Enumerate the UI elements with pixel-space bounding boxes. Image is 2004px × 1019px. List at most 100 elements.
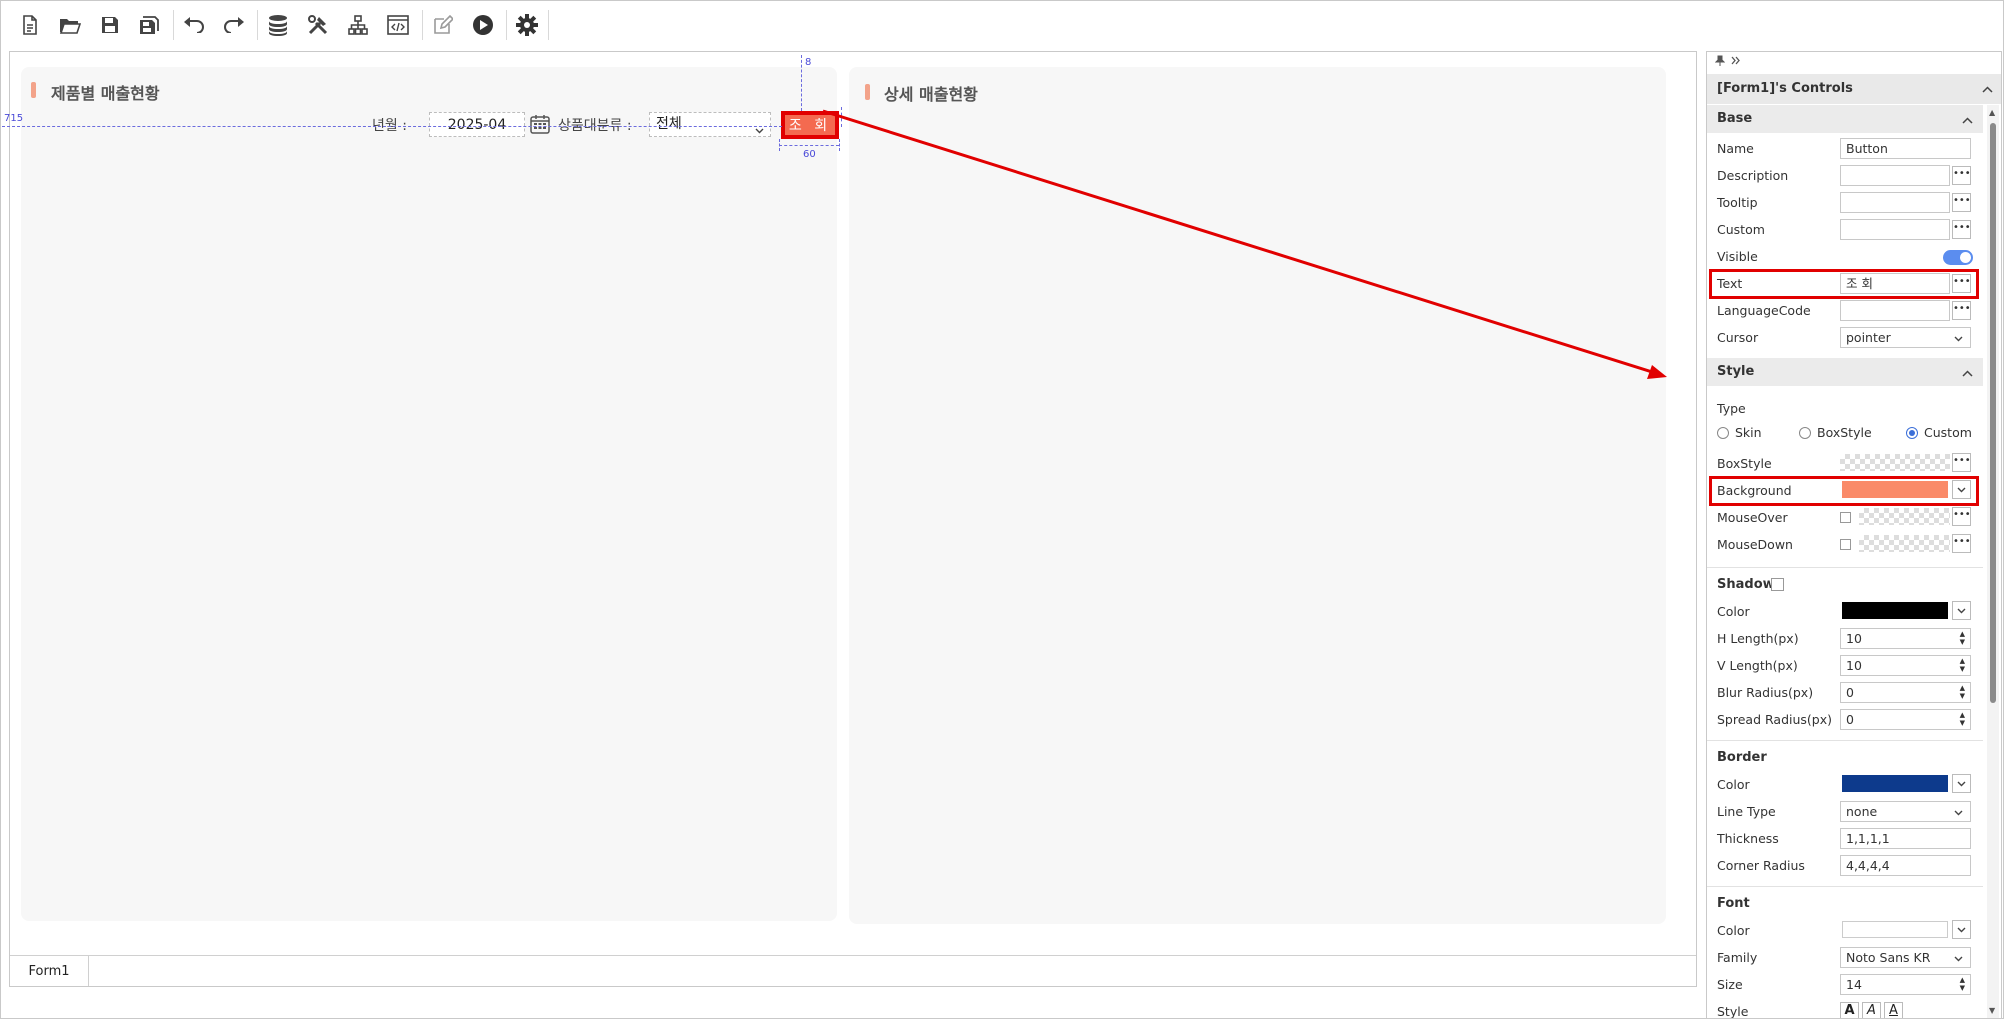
settings-icon[interactable]	[512, 11, 542, 39]
font-color-swatch[interactable]	[1842, 921, 1948, 938]
mousedown-checkbox[interactable]	[1840, 539, 1851, 550]
mousedown-swatch[interactable]	[1859, 535, 1950, 552]
chevron-up-icon[interactable]	[1982, 82, 1993, 97]
shadow-checkbox[interactable]	[1771, 578, 1784, 591]
font-family-label: Family	[1717, 950, 1758, 965]
shadow-color-swatch[interactable]	[1842, 602, 1948, 619]
scroll-up-icon[interactable]: ▲	[1989, 108, 1995, 117]
left-panel-title: 제품별 매출현황	[51, 84, 160, 103]
more-icon[interactable]: •••	[1952, 220, 1971, 239]
category-select[interactable]: 전체	[649, 112, 771, 137]
form-tab-strip: Form1	[10, 955, 1696, 986]
guide-left-value: 715	[4, 113, 24, 124]
v-length-field[interactable]: 10 ▲ ▼	[1840, 655, 1971, 676]
pin-icon[interactable]	[1714, 55, 1726, 69]
custom-field[interactable]	[1840, 219, 1950, 240]
mousedown-label: MouseDown	[1717, 537, 1793, 552]
language-code-label: LanguageCode	[1717, 303, 1811, 318]
new-file-icon[interactable]	[15, 11, 45, 39]
tooltip-field[interactable]	[1840, 192, 1950, 213]
section-base[interactable]: Base	[1707, 105, 1983, 133]
redo-icon[interactable]	[219, 11, 249, 39]
italic-button[interactable]: A	[1862, 1002, 1881, 1018]
border-color-dropdown[interactable]	[1952, 774, 1971, 793]
line-type-select[interactable]: none	[1840, 801, 1971, 822]
border-color-swatch[interactable]	[1842, 775, 1948, 792]
corner-radius-field[interactable]: 4,4,4,4	[1840, 855, 1971, 876]
month-input[interactable]: 2025-04	[429, 112, 525, 137]
type-boxstyle-radio[interactable]	[1799, 427, 1811, 439]
mouseover-swatch[interactable]	[1859, 508, 1950, 525]
name-field[interactable]: Button	[1840, 138, 1971, 159]
spread-radius-field[interactable]: 0 ▲ ▼	[1840, 709, 1971, 730]
edit-icon[interactable]	[428, 11, 458, 39]
run-icon[interactable]	[468, 11, 498, 39]
expand-icon[interactable]	[1731, 55, 1741, 68]
right-panel-title: 상세 매출현황	[884, 85, 978, 104]
underline-button[interactable]: A	[1884, 1002, 1903, 1018]
properties-scrollbar[interactable]: ▲ ▼	[1987, 105, 1999, 1018]
thickness-field[interactable]: 1,1,1,1	[1840, 828, 1971, 849]
font-family-select[interactable]: Noto Sans KR	[1840, 947, 1971, 968]
spinner-icon[interactable]: ▲ ▼	[1960, 711, 1965, 727]
chevron-up-icon[interactable]	[1962, 113, 1973, 128]
type-skin-radio[interactable]	[1717, 427, 1729, 439]
shadow-title: Shadow	[1717, 577, 1775, 592]
save-icon[interactable]	[95, 11, 125, 39]
left-panel[interactable]: 제품별 매출현황 년월 : 2025-04 상품대분류 : 전체 조 회 8 7…	[2, 55, 842, 921]
more-icon[interactable]: •••	[1952, 301, 1971, 320]
mouseover-checkbox[interactable]	[1840, 512, 1851, 523]
blur-radius-label: Blur Radius(px)	[1717, 685, 1814, 700]
more-icon[interactable]: •••	[1952, 453, 1971, 472]
save-all-icon[interactable]	[134, 11, 164, 39]
more-icon[interactable]: •••	[1952, 534, 1971, 553]
scrollbar-thumb[interactable]	[1990, 123, 1996, 703]
hierarchy-icon[interactable]	[343, 11, 373, 39]
open-folder-icon[interactable]	[55, 11, 85, 39]
type-boxstyle-label: BoxStyle	[1817, 425, 1872, 440]
database-icon[interactable]	[263, 11, 293, 39]
section-style[interactable]: Style	[1707, 358, 1983, 386]
custom-label: Custom	[1717, 222, 1765, 237]
tools-icon[interactable]	[303, 11, 333, 39]
tab-form1[interactable]: Form1	[10, 956, 89, 986]
right-panel[interactable]: 상세 매출현황	[849, 67, 1666, 924]
spinner-icon[interactable]: ▲ ▼	[1960, 976, 1965, 992]
panel-controls	[1707, 52, 2001, 72]
text-highlight	[1709, 269, 1979, 299]
border-title: Border	[1717, 750, 1767, 765]
spinner-icon[interactable]: ▲ ▼	[1960, 684, 1965, 700]
cursor-select[interactable]: pointer	[1840, 327, 1971, 348]
shadow-color-label: Color	[1717, 604, 1750, 619]
spinner-icon[interactable]: ▲ ▼	[1960, 630, 1965, 646]
boxstyle-swatch[interactable]	[1840, 454, 1950, 471]
toolbar-separator	[506, 10, 507, 40]
toolbar	[1, 1, 2002, 48]
undo-icon[interactable]	[179, 11, 209, 39]
calendar-icon[interactable]	[529, 113, 551, 135]
scroll-down-icon[interactable]: ▼	[1989, 1006, 1995, 1015]
bold-button[interactable]: A	[1840, 1002, 1859, 1018]
font-color-dropdown[interactable]	[1952, 920, 1971, 939]
h-length-field[interactable]: 10 ▲ ▼	[1840, 628, 1971, 649]
visible-toggle[interactable]	[1943, 250, 1973, 265]
chevron-up-icon[interactable]	[1962, 366, 1973, 381]
shadow-color-dropdown[interactable]	[1952, 601, 1971, 620]
mouseover-label: MouseOver	[1717, 510, 1788, 525]
font-size-field[interactable]: 14 ▲ ▼	[1840, 974, 1971, 995]
language-code-field[interactable]	[1840, 300, 1950, 321]
more-icon[interactable]: •••	[1952, 166, 1971, 185]
section-style-title: Style	[1717, 364, 1755, 379]
spinner-icon[interactable]: ▲ ▼	[1960, 657, 1965, 673]
h-length-label: H Length(px)	[1717, 631, 1799, 646]
more-icon[interactable]: •••	[1952, 193, 1971, 212]
search-button[interactable]: 조 회	[781, 111, 839, 139]
code-view-icon[interactable]	[383, 11, 413, 39]
design-canvas[interactable]: 제품별 매출현황 년월 : 2025-04 상품대분류 : 전체 조 회 8 7…	[2, 51, 1697, 987]
blur-radius-field[interactable]: 0 ▲ ▼	[1840, 682, 1971, 703]
type-custom-radio[interactable]	[1906, 427, 1918, 439]
controls-header: [Form1]'s Controls	[1707, 74, 2001, 104]
description-field[interactable]	[1840, 165, 1950, 186]
more-icon[interactable]: •••	[1952, 507, 1971, 526]
divider	[1707, 740, 1983, 741]
